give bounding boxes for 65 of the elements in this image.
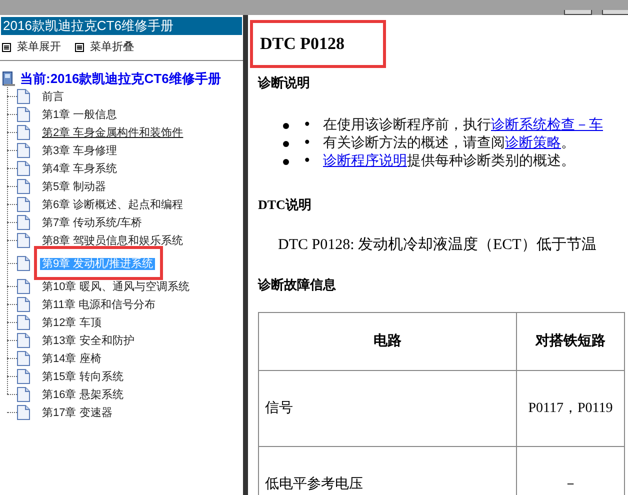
doc-link[interactable]: 诊断系统检查－车: [491, 117, 603, 133]
page-icon: [17, 106, 30, 122]
menu-icon: [75, 43, 84, 52]
sidebar-title: 2016款凯迪拉克CT6维修手册: [1, 17, 242, 35]
bullet-mark: •: [303, 134, 312, 153]
section-heading: DTC说明: [258, 196, 312, 214]
bullet-mark: •: [303, 152, 312, 171]
bullet-text: 诊断程序说明提供每种诊断类别的概述。: [323, 152, 575, 171]
page-icon: [17, 350, 30, 366]
page-icon: [17, 196, 30, 212]
bullet-dot-icon: [283, 158, 289, 164]
chapter-item[interactable]: 前言: [40, 91, 66, 103]
chapter-item[interactable]: 第3章 车身修理: [40, 145, 120, 157]
chapter-item[interactable]: 第5章 制动器: [40, 181, 108, 193]
page-icon: [17, 178, 30, 194]
chapter-item[interactable]: 第6章 诊断概述、起点和编程: [40, 199, 186, 211]
table-cell: P0117，P0119: [516, 370, 624, 446]
chapter-item[interactable]: 第14章 座椅: [40, 353, 104, 365]
page-icon: [17, 386, 30, 402]
section-heading: 诊断故障信息: [258, 276, 337, 294]
page-icon: [17, 368, 30, 384]
doc-link[interactable]: 诊断程序说明: [323, 153, 407, 169]
page-icon: [17, 278, 30, 294]
table-cell: 信号: [258, 370, 516, 446]
chapter-item[interactable]: 第12章 车顶: [40, 317, 104, 329]
chapter-item[interactable]: 第4章 车身系统: [40, 163, 120, 175]
page-icon: [17, 232, 30, 248]
doc-link[interactable]: 诊断策略: [505, 135, 561, 151]
chapter-item[interactable]: 第10章 暖风、通风与空调系统: [40, 281, 192, 293]
page-icon: [17, 404, 30, 420]
chapter-item[interactable]: 第8章 驾驶员信息和娱乐系统: [40, 235, 186, 247]
section-heading: 诊断说明: [258, 74, 311, 92]
table-cell: 低电平参考电压: [258, 446, 516, 495]
page-icon: [17, 160, 30, 176]
chapter-item[interactable]: 第7章 传动系统/车桥: [40, 217, 144, 229]
menu-toggle-button[interactable]: 菜单折叠: [75, 39, 134, 56]
bullet-dot-icon: [283, 140, 289, 146]
window-button[interactable]: [564, 10, 592, 15]
computer-icon: [2, 71, 16, 87]
chapter-item[interactable]: 第16章 悬架系统: [40, 389, 126, 401]
column-header: 电路: [258, 312, 516, 370]
chapter-item[interactable]: 第2章 车身金属构件和装饰件: [40, 127, 186, 139]
page-title: DTC P0128: [250, 20, 386, 68]
bullet-dot-icon: [283, 122, 289, 128]
menu-toggle-button[interactable]: 菜单展开: [2, 39, 61, 56]
column-header: 对搭铁短路: [516, 312, 624, 370]
page-icon: [17, 256, 30, 270]
page-icon: [17, 314, 30, 330]
page-icon: [17, 142, 30, 158]
bullet-mark: •: [303, 116, 312, 135]
bullet-text: 在使用该诊断程序前，执行诊断系统检查－车: [323, 116, 603, 135]
page-icon: [17, 332, 30, 348]
page-icon: [17, 214, 30, 230]
window-button[interactable]: [602, 10, 628, 15]
chapter-item[interactable]: 第11章 电源和信号分布: [40, 299, 158, 311]
page-icon: [17, 296, 30, 312]
page-icon: [17, 88, 30, 104]
chapter-item[interactable]: 第1章 一般信息: [40, 109, 120, 121]
chapter-item[interactable]: 第17章 变速器: [40, 407, 114, 419]
chapter-item[interactable]: 第13章 安全和防护: [40, 335, 136, 347]
tree-root[interactable]: 当前:2016款凯迪拉克CT6维修手册: [20, 69, 221, 89]
dtc-description: DTC P0128: 发动机冷却液温度（ECT）低于节温: [277, 235, 598, 255]
page-icon: [17, 124, 30, 140]
bullet-text: 有关诊断方法的概述，请查阅诊断策略。: [323, 134, 575, 153]
chapter-item[interactable]: 第15章 转向系统: [40, 371, 126, 383]
